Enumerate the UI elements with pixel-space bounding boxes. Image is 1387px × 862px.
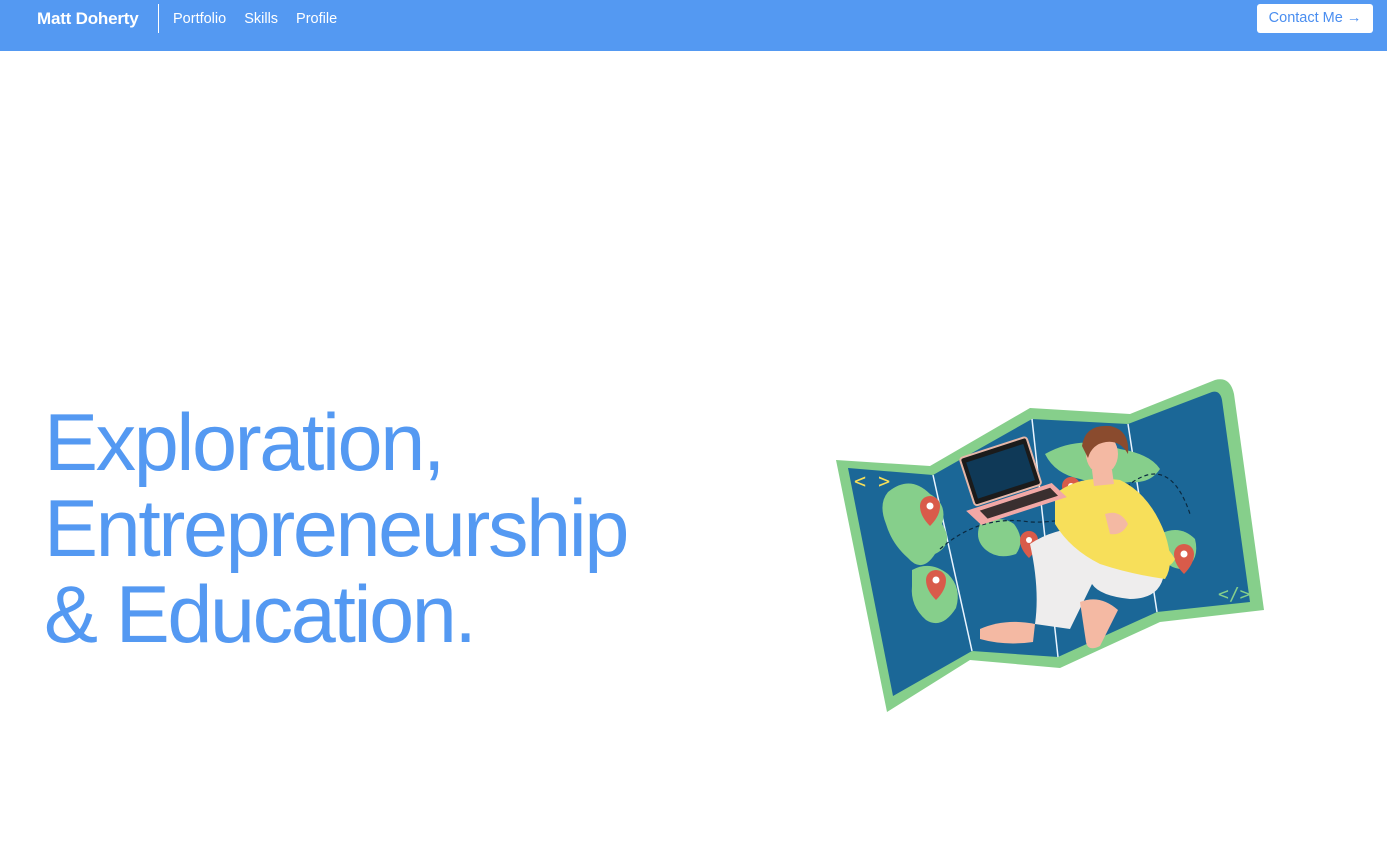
hero-line-entrepreneurship: Entrepreneurship — [44, 484, 629, 574]
svg-text:</>: </> — [1218, 584, 1251, 605]
hero-line-education: & Education. — [44, 570, 477, 660]
nav-link-profile[interactable]: Profile — [296, 10, 337, 28]
svg-text:< >: < > — [854, 469, 890, 493]
brand-divider — [158, 4, 159, 33]
world-map-traveler-icon: < > </> — [836, 379, 1264, 712]
nav-links: Portfolio Skills Profile — [173, 10, 337, 28]
hero-line-exploration: Exploration, — [44, 398, 445, 488]
nav-link-skills[interactable]: Skills — [244, 10, 278, 28]
hero-heading: Exploration, Entrepreneurship & Educatio… — [44, 398, 629, 660]
brand-logo-link[interactable]: Matt Doherty — [37, 9, 139, 29]
hero-illustration: < > </> — [830, 374, 1270, 719]
nav-link-portfolio[interactable]: Portfolio — [173, 10, 226, 28]
contact-me-button[interactable]: Contact Me → — [1257, 4, 1373, 33]
top-navbar: Matt Doherty Portfolio Skills Profile Co… — [0, 0, 1387, 51]
